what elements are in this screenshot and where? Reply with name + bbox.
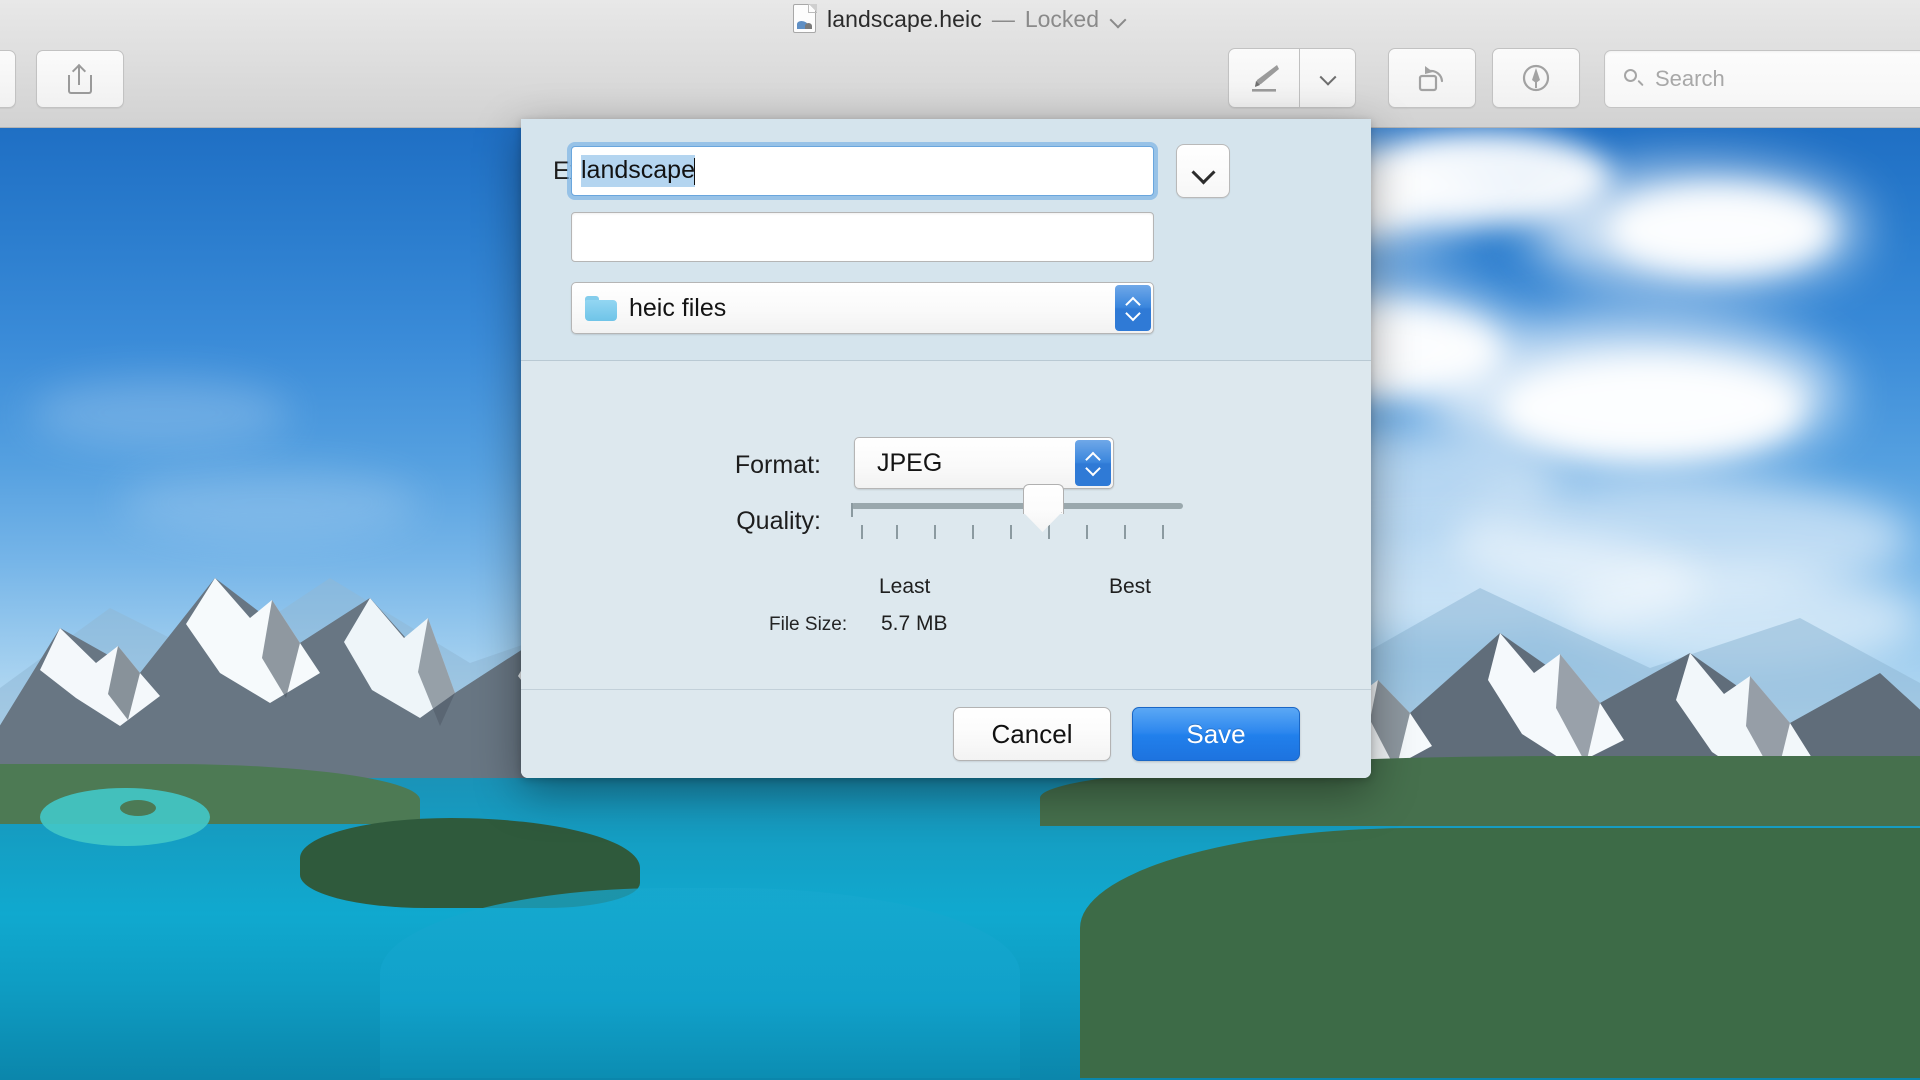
text-cursor	[693, 157, 696, 185]
quality-best-label: Best	[1109, 575, 1152, 598]
turquoise-pool	[40, 788, 210, 846]
quality-label: Quality:	[736, 506, 821, 535]
cloud	[1500, 358, 1800, 458]
slider-thumb[interactable]	[1023, 484, 1064, 532]
lake-highlight	[380, 888, 1020, 1078]
quality-least-label: Least	[879, 575, 931, 598]
search-placeholder: Search	[1655, 66, 1725, 91]
format-label: Format:	[734, 450, 821, 479]
cloud	[30, 378, 290, 448]
chevron-down-icon	[1320, 69, 1336, 85]
format-popup-button[interactable]: JPEG	[854, 437, 1114, 489]
preview-window: landscape.heic — Locked Search landscape…	[0, 0, 1920, 1080]
file-size-label: File Size:	[769, 614, 848, 635]
export-as-input[interactable]: landscape	[571, 146, 1154, 196]
up-down-chevron-icon[interactable]	[1075, 440, 1111, 486]
rotate-left-icon	[1416, 62, 1448, 94]
cloud	[1610, 188, 1830, 272]
slider-tick	[851, 503, 853, 517]
island	[120, 800, 156, 816]
save-button[interactable]: Save	[1132, 707, 1300, 761]
sign-button[interactable]	[1492, 48, 1580, 108]
markup-options-button[interactable]	[1300, 48, 1356, 108]
window-toolbar: Search	[0, 38, 1920, 128]
image-document-icon	[792, 4, 817, 34]
slider-track[interactable]	[851, 503, 1183, 509]
export-dialog: Export As: landscape Tags: Where: heic f…	[521, 119, 1371, 778]
rotate-left-button[interactable]	[1388, 48, 1476, 108]
format-value: JPEG	[877, 448, 943, 477]
file-size-value: 5.7 MB	[881, 612, 948, 635]
cancel-button[interactable]: Cancel	[953, 707, 1111, 761]
markup-button[interactable]	[1228, 48, 1300, 108]
search-input[interactable]: Search	[1604, 50, 1920, 108]
slider-tick	[934, 525, 936, 539]
slider-tick	[861, 525, 863, 539]
slider-tick	[1124, 525, 1126, 539]
search-icon	[1623, 68, 1645, 90]
share-icon	[67, 64, 93, 94]
document-title[interactable]: landscape.heic	[827, 6, 982, 33]
expand-browser-button[interactable]	[1176, 144, 1230, 198]
signature-icon	[1520, 62, 1552, 94]
slider-tick	[1162, 525, 1164, 539]
export-as-value: landscape	[581, 155, 695, 187]
markup-pen-icon	[1247, 62, 1281, 94]
share-button[interactable]	[36, 50, 124, 108]
footer-divider	[521, 689, 1371, 690]
quality-slider[interactable]	[851, 484, 1183, 573]
where-popup-button[interactable]: heic files	[571, 282, 1154, 334]
window-titlebar: landscape.heic — Locked Search	[0, 0, 1920, 128]
folder-icon	[585, 295, 617, 321]
chevron-down-icon[interactable]	[1109, 10, 1127, 28]
title-separator: —	[991, 5, 1015, 32]
where-value: heic files	[629, 293, 727, 322]
document-status: Locked	[1024, 5, 1099, 32]
previous-toolbar-button[interactable]	[0, 50, 16, 108]
window-title-row: landscape.heic — Locked	[0, 0, 1920, 38]
slider-tick	[972, 525, 974, 539]
slider-tick	[896, 525, 898, 539]
slider-tick	[1010, 525, 1012, 539]
tags-input[interactable]	[571, 212, 1154, 262]
forest-right	[1080, 828, 1920, 1078]
slider-tick	[1086, 525, 1088, 539]
up-down-chevron-icon[interactable]	[1115, 285, 1151, 331]
